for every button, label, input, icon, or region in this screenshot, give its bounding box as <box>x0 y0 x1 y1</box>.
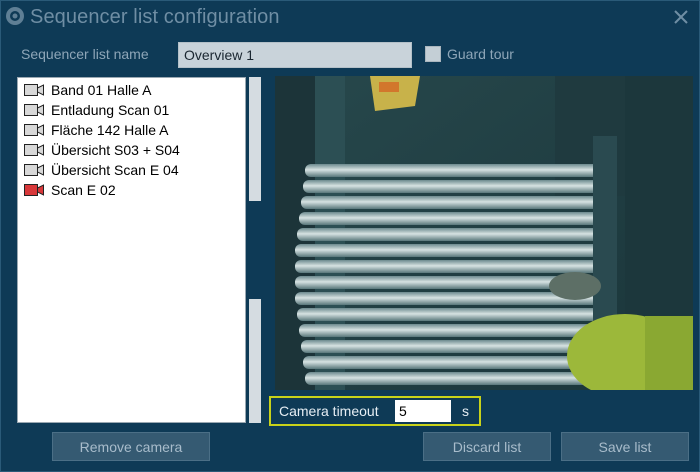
sequencer-dialog: Sequencer list configuration Sequencer l… <box>0 0 700 472</box>
camera-timeout-input[interactable] <box>395 400 451 422</box>
scrollbar-track-lower[interactable] <box>249 299 261 423</box>
camera-icon <box>24 104 44 116</box>
camera-icon <box>24 164 44 176</box>
camera-timeout-group: Camera timeout s <box>269 396 481 426</box>
close-icon <box>674 10 688 24</box>
scrollbar-track-upper[interactable] <box>249 77 261 201</box>
list-item[interactable]: Übersicht Scan E 04 <box>24 160 244 180</box>
guard-tour-checkbox[interactable] <box>425 46 441 62</box>
camera-icon <box>24 124 44 136</box>
list-item-label: Fläche 142 Halle A <box>51 122 169 138</box>
camera-list[interactable]: Band 01 Halle A Entladung Scan 01 Fläche… <box>17 77 246 423</box>
window-title: Sequencer list configuration <box>30 6 280 28</box>
camera-preview-image <box>275 76 693 390</box>
camera-preview <box>275 76 693 390</box>
camera-icon <box>24 144 44 156</box>
sequencer-name-input[interactable] <box>178 42 412 68</box>
camera-icon <box>24 84 44 96</box>
camera-app-icon <box>6 7 24 25</box>
sequencer-name-label: Sequencer list name <box>21 46 149 62</box>
list-item[interactable]: Übersicht S03 + S04 <box>24 140 244 160</box>
list-scrollbar[interactable] <box>247 77 261 423</box>
title-bar: Sequencer list configuration <box>1 1 700 35</box>
list-item-label: Übersicht Scan E 04 <box>51 162 179 178</box>
guard-tour-label: Guard tour <box>447 46 514 62</box>
camera-timeout-unit: s <box>462 403 469 419</box>
list-item-label: Scan E 02 <box>51 182 116 198</box>
list-item-label: Band 01 Halle A <box>51 82 152 98</box>
list-item[interactable]: Scan E 02 <box>24 180 244 200</box>
list-item-label: Entladung Scan 01 <box>51 102 170 118</box>
camera-alert-icon <box>24 184 44 196</box>
close-button[interactable] <box>669 5 693 29</box>
remove-camera-button[interactable]: Remove camera <box>52 432 210 461</box>
list-item[interactable]: Entladung Scan 01 <box>24 100 244 120</box>
camera-timeout-label: Camera timeout <box>279 403 379 419</box>
save-list-button[interactable]: Save list <box>561 432 689 461</box>
list-item[interactable]: Fläche 142 Halle A <box>24 120 244 140</box>
discard-list-button[interactable]: Discard list <box>423 432 551 461</box>
list-item[interactable]: Band 01 Halle A <box>24 80 244 100</box>
list-item-label: Übersicht S03 + S04 <box>51 142 180 158</box>
